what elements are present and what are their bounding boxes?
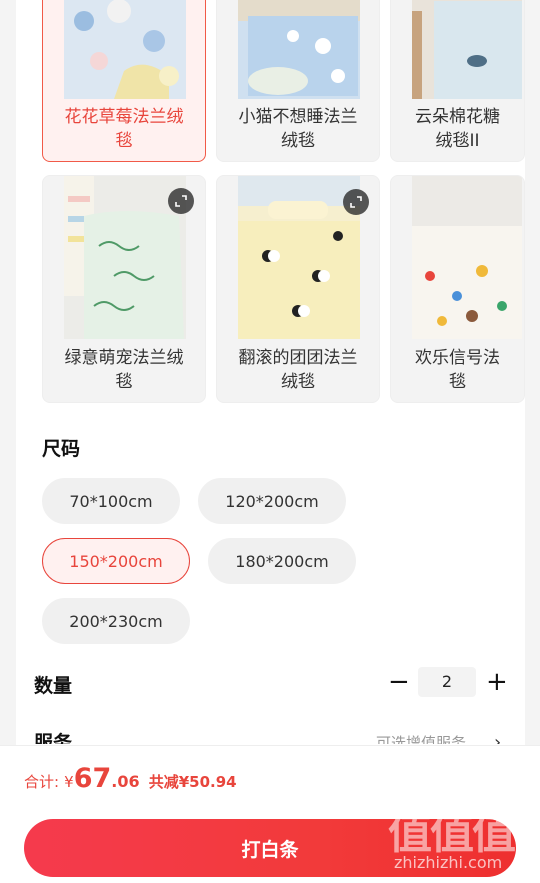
blanket-panda-image <box>238 176 360 339</box>
product-name: 云朵棉花糖 绒毯II <box>415 107 500 151</box>
service-hint: 可选增值服务 <box>376 734 467 744</box>
product-image <box>412 0 522 99</box>
size-option-120x200[interactable]: 120*200cm <box>198 478 346 524</box>
sku-panel: 花花草莓法兰绒 毯 小猫不想睡法兰 绒毯 云朵棉花糖 绒毯II 绿意萌宠法兰绒 … <box>16 0 525 770</box>
product-card-1[interactable]: 花花草莓法兰绒 毯 <box>42 0 206 162</box>
product-card-6[interactable]: 欢乐信号法 毯 <box>390 175 525 403</box>
size-option-200x230[interactable]: 200*230cm <box>42 598 190 644</box>
product-image <box>238 176 360 339</box>
quantity-plus-button[interactable]: + <box>486 669 508 695</box>
blanket-cat-image <box>238 0 360 99</box>
pay-button[interactable]: 打白条 <box>24 819 516 877</box>
product-name: 花花草莓法兰绒 毯 <box>64 107 184 151</box>
product-card-5[interactable]: 翻滚的团团法兰 绒毯 <box>216 175 380 403</box>
service-label: 服务 <box>34 732 73 744</box>
quantity-minus-button[interactable]: − <box>388 669 410 695</box>
chevron-right-icon: › <box>494 732 502 744</box>
total-summary: 合计: ¥67.06 共减¥50.94 <box>24 763 237 794</box>
size-title: 尺码 <box>42 438 81 460</box>
price-decimal: .06 <box>111 772 140 791</box>
blanket-strawberry-image <box>64 0 186 99</box>
quantity-value[interactable]: 2 <box>418 667 476 697</box>
product-card-2[interactable]: 小猫不想睡法兰 绒毯 <box>216 0 380 162</box>
product-card-3[interactable]: 云朵棉花糖 绒毯II <box>390 0 525 162</box>
product-image <box>412 176 522 339</box>
product-image <box>64 0 186 99</box>
total-label: 合计: <box>24 773 60 791</box>
expand-icon[interactable] <box>168 188 194 214</box>
product-name: 欢乐信号法 毯 <box>415 348 500 392</box>
product-name: 翻滚的团团法兰 绒毯 <box>238 348 358 392</box>
discount-text: 共减¥50.94 <box>148 773 237 791</box>
size-option-180x200[interactable]: 180*200cm <box>208 538 356 584</box>
size-option-70x100[interactable]: 70*100cm <box>42 478 180 524</box>
blanket-cloud-image <box>412 0 522 99</box>
price-integer: 67 <box>73 763 112 794</box>
expand-icon[interactable] <box>343 189 369 215</box>
bottom-bar: 合计: ¥67.06 共减¥50.94 打白条 <box>0 745 540 883</box>
blanket-dots-image <box>412 176 522 339</box>
product-name: 绿意萌宠法兰绒 毯 <box>64 348 184 392</box>
currency-symbol: ¥ <box>64 773 74 791</box>
size-option-150x200[interactable]: 150*200cm <box>42 538 190 584</box>
quantity-label: 数量 <box>34 675 73 697</box>
product-name: 小猫不想睡法兰 绒毯 <box>238 107 358 151</box>
product-image <box>238 0 360 99</box>
service-row[interactable]: 服务 可选增值服务 › <box>0 730 540 744</box>
